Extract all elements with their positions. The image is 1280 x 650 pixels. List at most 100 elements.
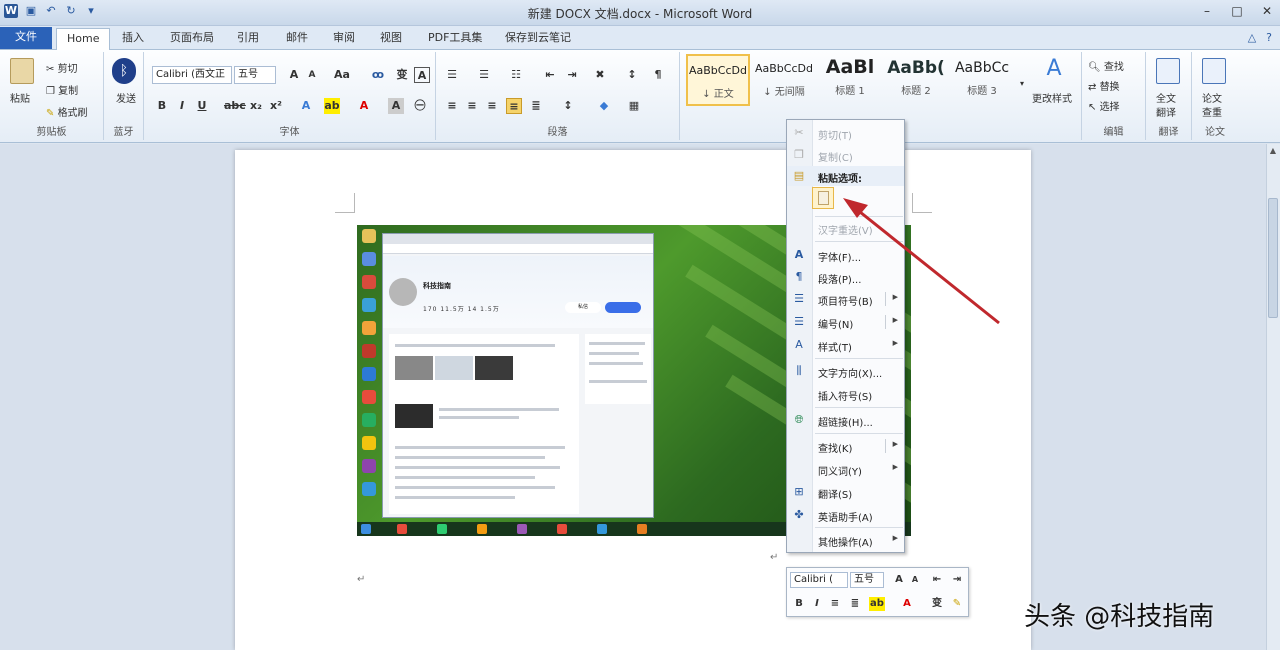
mini-font-name-field[interactable]: Calibri (	[790, 572, 848, 588]
grow-font-icon[interactable]: A	[286, 67, 302, 83]
distributed-icon[interactable]: ≣	[528, 98, 544, 114]
full-translate-icon[interactable]	[1156, 58, 1180, 84]
line-spacing-icon[interactable]: ↕	[560, 98, 576, 114]
font-size-field[interactable]: 五号	[234, 66, 276, 84]
change-styles-button[interactable]: 更改样式	[1032, 90, 1072, 105]
mini-font-size-field[interactable]: 五号	[850, 572, 884, 588]
style-no-spacing[interactable]: AaBbCcDd ↓ 无间隔	[752, 54, 816, 106]
tab-pdf-tools[interactable]: PDF工具集	[418, 28, 492, 50]
align-left-icon[interactable]: ≡	[444, 98, 460, 114]
tab-page-layout[interactable]: 页面布局	[160, 28, 224, 50]
show-marks-icon[interactable]: ¶	[650, 67, 666, 83]
menu-item-insert-symbol[interactable]: 插入符号(S)	[787, 384, 904, 404]
menu-item-font[interactable]: A 字体(F)...	[787, 245, 904, 265]
mini-font-color-icon[interactable]: A	[899, 597, 915, 611]
char-border-icon[interactable]: A	[414, 67, 430, 83]
style-heading-2[interactable]: AaBb( 标题 2	[884, 54, 948, 106]
paste-keep-text-only-button[interactable]	[812, 187, 834, 209]
bluetooth-icon[interactable]: ᛒ	[112, 58, 136, 84]
bluetooth-send-button[interactable]: 发送	[116, 90, 136, 105]
menu-item-styles[interactable]: A 样式(T) ▶	[787, 335, 904, 355]
mini-format-painter-icon[interactable]: ✎	[949, 597, 965, 611]
minimize-icon[interactable]: –	[1198, 3, 1216, 19]
decrease-indent-icon[interactable]: ⇤	[542, 67, 558, 83]
cut-button[interactable]: ✂ 剪切	[46, 60, 78, 75]
scroll-thumb[interactable]	[1268, 198, 1278, 318]
replace-button[interactable]: ⇄ 替换	[1088, 78, 1120, 93]
clear-format-icon[interactable]: ꝏ	[370, 67, 386, 83]
borders-icon[interactable]: ▦	[626, 98, 642, 114]
highlight-icon[interactable]: ab	[324, 98, 340, 114]
align-center-icon[interactable]: ≡	[464, 98, 480, 114]
align-right-icon[interactable]: ≡	[484, 98, 500, 114]
full-translate-line1[interactable]: 全文	[1156, 90, 1176, 105]
mini-bold-icon[interactable]: B	[791, 597, 807, 611]
mini-justify-icon[interactable]: ≣	[847, 597, 863, 611]
enclose-char-icon[interactable]: ㊀	[412, 98, 428, 114]
mini-grow-font-icon[interactable]: A	[891, 573, 907, 587]
menu-item-english-assistant[interactable]: ✤ 英语助手(A)	[787, 505, 904, 525]
close-icon[interactable]: ✕	[1258, 3, 1276, 19]
mini-shrink-font-icon[interactable]: A	[907, 573, 923, 587]
multilevel-list-icon[interactable]: ☷	[508, 67, 524, 83]
tab-review[interactable]: 审阅	[323, 28, 365, 50]
numbering-icon[interactable]: ☰	[476, 67, 492, 83]
increase-indent-icon[interactable]: ⇥	[564, 67, 580, 83]
tab-file[interactable]: 文件	[0, 27, 52, 49]
bullets-icon[interactable]: ☰	[444, 67, 460, 83]
shrink-font-icon[interactable]: A	[304, 67, 320, 83]
help-icon[interactable]: ?	[1266, 31, 1272, 44]
font-color-icon[interactable]: A	[356, 98, 372, 114]
menu-item-more-actions[interactable]: 其他操作(A) ▶	[787, 530, 904, 550]
change-styles-icon[interactable]: A	[1042, 56, 1066, 82]
menu-item-paragraph[interactable]: ¶ 段落(P)...	[787, 267, 904, 287]
paper-check-icon[interactable]	[1202, 58, 1226, 84]
underline-icon[interactable]: U	[194, 98, 210, 114]
find-button[interactable]: 🔍︎ 查找	[1088, 58, 1124, 73]
tab-view[interactable]: 视图	[370, 28, 412, 50]
mini-center-icon[interactable]: ≡	[827, 597, 843, 611]
maximize-icon[interactable]: □	[1228, 3, 1246, 19]
mini-decrease-indent-icon[interactable]: ⇤	[929, 573, 945, 587]
mini-italic-icon[interactable]: I	[809, 597, 825, 611]
scroll-up-icon[interactable]: ▲	[1268, 146, 1278, 156]
chinese-layout-icon[interactable]: ✖	[592, 67, 608, 83]
mini-increase-indent-icon[interactable]: ⇥	[949, 573, 965, 587]
bold-icon[interactable]: B	[154, 98, 170, 114]
paste-button[interactable]: 粘贴	[10, 90, 30, 105]
justify-icon[interactable]: ≡	[506, 98, 522, 114]
minimize-ribbon-icon[interactable]: △	[1248, 31, 1256, 44]
paper-check-line2[interactable]: 查重	[1202, 104, 1222, 119]
menu-item-translate[interactable]: ⊞ 翻译(S)	[787, 482, 904, 502]
strikethrough-icon[interactable]: abc	[224, 98, 246, 114]
menu-item-cut[interactable]: ✂ 剪切(T)	[787, 123, 904, 143]
char-shading-icon[interactable]: A	[388, 98, 404, 114]
style-normal[interactable]: AaBbCcDd ↓ 正文	[686, 54, 750, 106]
style-heading-3[interactable]: AaBbCc 标题 3	[950, 54, 1014, 106]
subscript-icon[interactable]: x₂	[248, 98, 264, 114]
paper-check-line1[interactable]: 论文	[1202, 90, 1222, 105]
tab-home[interactable]: Home	[56, 28, 111, 50]
menu-item-copy[interactable]: ❐ 复制(C)	[787, 145, 904, 165]
shading-icon[interactable]: ◆	[596, 98, 612, 114]
menu-item-lookup[interactable]: 查找(K) ▶	[787, 436, 904, 456]
italic-icon[interactable]: I	[174, 98, 190, 114]
menu-item-reconvert[interactable]: 汉字重选(V)	[787, 218, 904, 238]
copy-button[interactable]: ❐ 复制	[46, 82, 78, 97]
mini-highlight-icon[interactable]: ab	[869, 597, 885, 611]
tab-references[interactable]: 引用	[227, 28, 269, 50]
menu-item-numbering[interactable]: ☰ 编号(N) ▶	[787, 312, 904, 332]
menu-item-hyperlink[interactable]: 🌐︎ 超链接(H)...	[787, 410, 904, 430]
mini-phonetic-icon[interactable]: 变	[929, 597, 945, 611]
change-case-icon[interactable]: Aa	[334, 67, 350, 83]
sort-icon[interactable]: ↕	[624, 67, 640, 83]
select-button[interactable]: ↖ 选择	[1088, 98, 1120, 113]
text-effects-icon[interactable]: A	[298, 98, 314, 114]
superscript-icon[interactable]: x²	[268, 98, 284, 114]
style-heading-1[interactable]: AaBl 标题 1	[818, 54, 882, 106]
tab-insert[interactable]: 插入	[112, 28, 154, 50]
tab-save-to-cloud-notes[interactable]: 保存到云笔记	[495, 28, 581, 50]
menu-item-bullets[interactable]: ☰ 项目符号(B) ▶	[787, 289, 904, 309]
font-name-field[interactable]: Calibri (西文正	[152, 66, 232, 84]
menu-item-text-direction[interactable]: ⫼ 文字方向(X)...	[787, 361, 904, 381]
